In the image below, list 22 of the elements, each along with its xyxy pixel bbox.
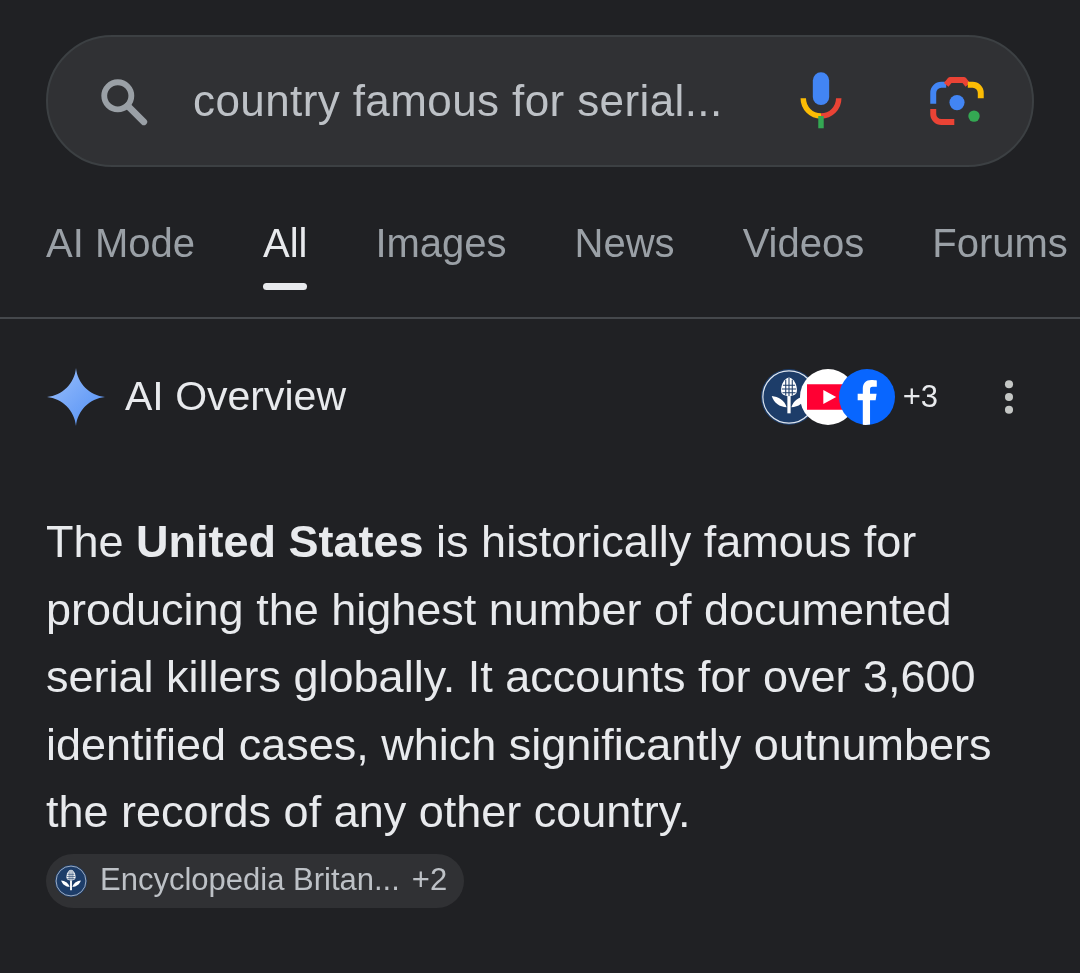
sparkle-icon	[47, 368, 105, 426]
lens-search-button[interactable]	[930, 76, 984, 126]
voice-search-button[interactable]	[799, 71, 843, 131]
sources-button[interactable]: +3	[760, 369, 938, 425]
source-chip[interactable]: Encyclopedia Britan... +2	[46, 853, 465, 908]
overview-title: AI Overview	[125, 372, 346, 422]
tab[interactable]: Forums	[932, 219, 1068, 317]
tab[interactable]: Videos	[742, 219, 865, 317]
overview-text: The United States is historically famous for producing the highest number of documented serial killers globally. It accounts for over 3,600 identified cases, which significantly outnumbers the records of any other country.	[46, 515, 993, 839]
tab[interactable]: News	[574, 219, 675, 317]
camera-lens-icon	[930, 76, 984, 126]
microphone-icon	[799, 71, 843, 131]
thistle-logo-icon	[55, 864, 87, 897]
tab[interactable]: All	[262, 219, 308, 317]
tab[interactable]: Images	[375, 219, 507, 317]
more-options-button[interactable]	[1003, 380, 1015, 414]
search-field[interactable]: country famous for serial...	[46, 35, 1034, 167]
more-icon	[1003, 380, 1015, 414]
search-icon	[98, 76, 148, 126]
f-logo-icon	[838, 369, 895, 425]
search-input[interactable]: country famous for serial...	[193, 68, 753, 134]
tab[interactable]: AI Mode	[46, 219, 195, 317]
